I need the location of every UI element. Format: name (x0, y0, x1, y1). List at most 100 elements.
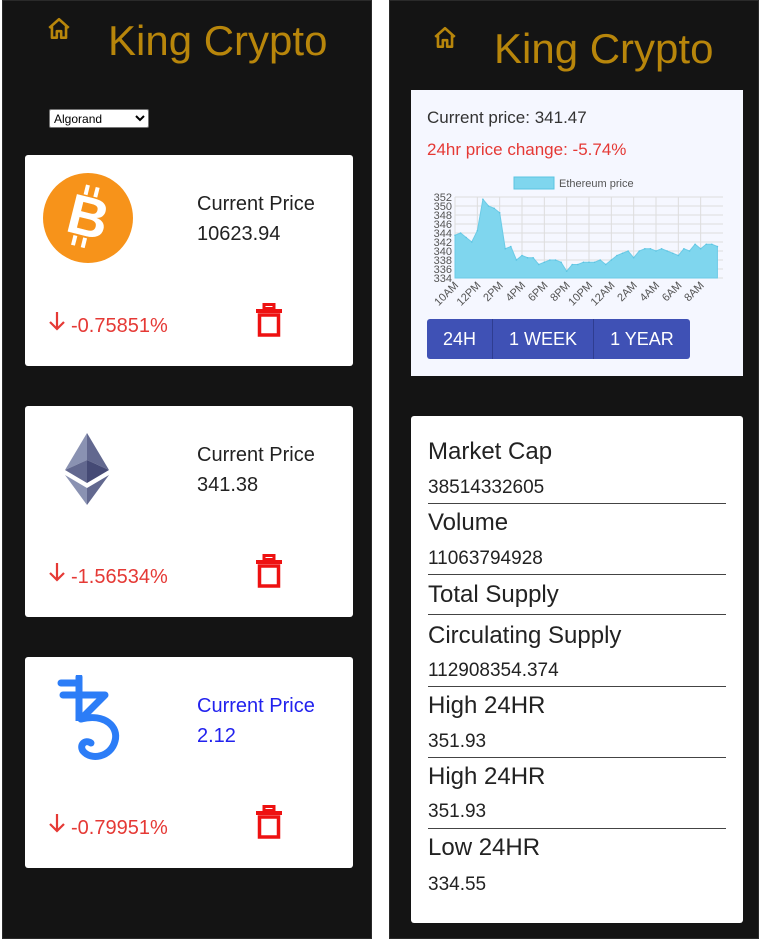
price-point (549, 259, 551, 261)
change-percent: -0.79951% (71, 817, 168, 839)
stat-value: 351.93 (428, 731, 487, 752)
range-button-1-week[interactable]: 1 WEEK (493, 319, 595, 359)
stat-value: 334.55 (428, 874, 487, 895)
change-percent: -1.56534% (71, 566, 168, 588)
price-point (660, 247, 663, 250)
price-point (671, 252, 674, 255)
price-point (521, 254, 523, 257)
arrow-down-icon (49, 814, 65, 833)
stat-label: Total Supply (428, 581, 559, 608)
price-label: Current Price (197, 444, 315, 466)
price-point (599, 259, 601, 261)
price-point (470, 241, 473, 243)
stat-label: Low 24HR (428, 834, 541, 861)
coin-detail-panel: King Crypto Current price: 341.47 24hr p… (389, 0, 759, 939)
price-point (627, 250, 629, 252)
price-point (577, 263, 579, 266)
range-button-group: 24H 1 WEEK 1 YEAR (427, 319, 690, 359)
coin-card-ethereum: Current Price 341.38 -1.56534% (25, 406, 353, 617)
ethereum-logo (65, 433, 109, 505)
price-point (683, 247, 685, 250)
market-stats-card: Market Cap 38514332605 Volume 1106379492… (411, 416, 743, 923)
stat-value: 112908354.374 (428, 660, 559, 681)
divider (428, 574, 726, 575)
stat-value: 11063794928 (428, 548, 543, 569)
divider (428, 503, 726, 504)
price-point (677, 254, 680, 257)
x-tick-label: 12PM (455, 280, 484, 309)
stat-label: Circulating Supply (428, 622, 622, 649)
price-point (510, 245, 512, 248)
legend-swatch (513, 176, 555, 190)
price-value: 341.38 (197, 474, 259, 496)
current-price: Current price: 341.47 (427, 108, 587, 127)
x-tick-label: 2PM (481, 280, 505, 304)
price-point (610, 259, 613, 261)
price-point (482, 198, 484, 201)
price-chart: Ethereum price35235034834634434234033833… (432, 176, 723, 309)
bitcoin-logo: B (43, 173, 133, 263)
range-button-1-year[interactable]: 1 YEAR (594, 319, 690, 359)
divider (428, 686, 726, 687)
x-tick-label: 12AM (589, 280, 618, 309)
change-percent: -0.75851% (71, 315, 168, 337)
price-point (699, 247, 702, 250)
price-point (487, 205, 490, 207)
app-title: King Crypto (494, 25, 714, 72)
price-point (459, 232, 462, 234)
x-tick-label: 2AM (615, 280, 639, 304)
price-point (666, 250, 668, 252)
price-point (498, 211, 501, 214)
divider (428, 828, 726, 829)
price-point (571, 263, 574, 266)
x-tick-label: 4PM (504, 280, 528, 304)
price-point (593, 261, 596, 264)
coin-select[interactable]: Algorand (49, 109, 149, 128)
coin-card-bitcoin: B Current Price 10623.94 -0.75851% (25, 155, 353, 366)
price-label: Current Price (197, 193, 315, 215)
price-point (705, 243, 708, 246)
price-label: Current Price (197, 695, 315, 717)
price-point (582, 261, 585, 264)
watchlist-panel: King Crypto Algorand B Current Price 106… (2, 0, 372, 939)
price-point (694, 243, 696, 246)
price-point (688, 250, 691, 252)
x-tick-label: 4AM (638, 280, 662, 304)
price-point (565, 270, 568, 273)
stat-label: Market Cap (428, 438, 553, 465)
price-point (493, 207, 495, 210)
trash-icon[interactable] (255, 303, 283, 337)
price-point (644, 247, 646, 250)
stat-value: 351.93 (428, 801, 487, 822)
home-icon[interactable] (46, 16, 72, 42)
price-point (532, 256, 534, 259)
x-tick-label: 6PM (526, 280, 550, 304)
range-button-24h[interactable]: 24H (427, 319, 494, 359)
price-point (537, 263, 540, 266)
price-point (543, 261, 546, 264)
x-tick-label: 6AM (660, 280, 684, 304)
divider (428, 614, 726, 615)
tezos-logo (57, 675, 120, 760)
app-title: King Crypto (108, 17, 328, 64)
price-point (554, 259, 557, 261)
price-point (649, 247, 652, 250)
price-point (621, 252, 624, 255)
price-point (560, 261, 562, 264)
x-tick-label: 8AM (682, 280, 706, 304)
price-point (616, 254, 618, 257)
trash-icon[interactable] (255, 554, 283, 588)
price-point (465, 236, 467, 239)
divider (428, 757, 726, 758)
price-point (515, 259, 518, 261)
stat-label: Volume (428, 509, 509, 536)
price-point (655, 250, 657, 252)
price-point (604, 263, 607, 266)
stat-label: High 24HR (428, 763, 546, 790)
price-value: 2.12 (197, 725, 236, 747)
trash-icon[interactable] (255, 805, 283, 839)
price-change-24h: 24hr price change: -5.74% (427, 140, 627, 159)
home-icon[interactable] (432, 25, 458, 51)
arrow-down-icon (49, 312, 65, 331)
price-point (711, 243, 713, 246)
